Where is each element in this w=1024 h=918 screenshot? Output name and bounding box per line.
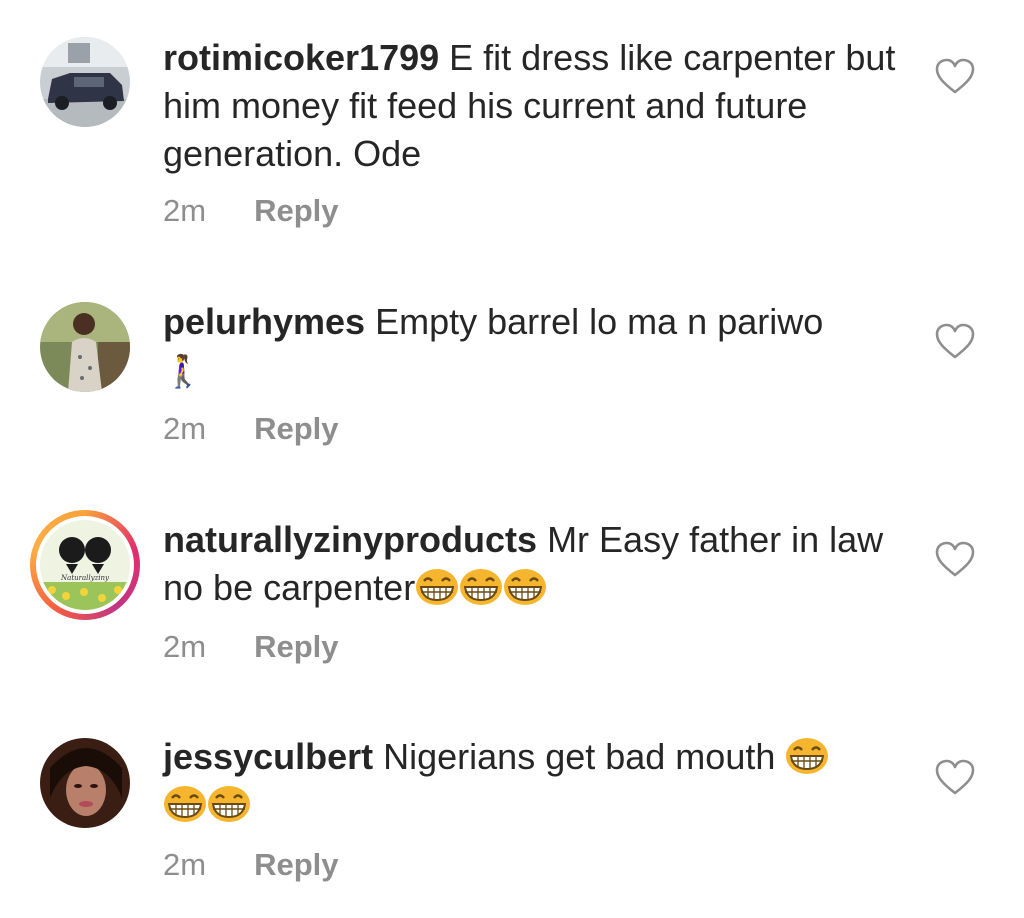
heart-outline-icon[interactable] [934,323,976,361]
comment-text: jessyculbert Nigerians get bad mouth [163,733,903,829]
comment-body: Empty barrel lo ma n pariwo [365,301,824,342]
heart-outline-icon[interactable] [934,58,976,96]
grinning-emoji-icon [503,568,547,606]
comment-meta: 2m Reply [163,411,339,447]
comment-username[interactable]: jessyculbert [163,736,373,777]
comment-body: Nigerians get bad mouth [373,736,786,777]
heart-outline-icon[interactable] [934,541,976,579]
car-photo-avatar[interactable] [40,37,130,127]
comment-meta: 2m Reply [163,847,339,883]
grinning-emoji-icon [785,737,829,775]
comment-timestamp: 2m [163,629,207,664]
comment-text: rotimicoker1799 E fit dress like carpent… [163,34,903,178]
comment-username[interactable]: pelurhymes [163,301,365,342]
reply-button[interactable]: Reply [254,193,338,228]
woman-photo-avatar[interactable] [40,738,130,828]
heart-outline-icon[interactable] [934,759,976,797]
grinning-emoji-icon [415,568,459,606]
comment-timestamp: 2m [163,193,207,228]
person-photo-avatar[interactable] [40,302,130,392]
comment-meta: 2m Reply [163,193,339,229]
comment-username[interactable]: rotimicoker1799 [163,37,439,78]
grinning-emoji-icon [459,568,503,606]
afro-logo-icon: Naturallyziny [40,520,130,610]
comment-timestamp: 2m [163,847,207,882]
comment-text: pelurhymes Empty barrel lo ma n pariwo 🚶… [163,298,903,395]
comment-meta: 2m Reply [163,629,339,665]
reply-button[interactable]: Reply [254,629,338,664]
comment-text: naturallyzinyproducts Mr Easy father in … [163,516,903,612]
reply-button[interactable]: Reply [254,847,338,882]
avatar-ring-gap: Naturallyziny [36,516,134,614]
afro-logo-avatar-with-story-ring[interactable]: Naturallyziny [30,510,140,620]
reply-button[interactable]: Reply [254,411,338,446]
comment-username[interactable]: naturallyzinyproducts [163,519,537,560]
comment-timestamp: 2m [163,411,207,446]
grinning-emoji-icon [207,785,251,823]
grinning-emoji-icon [163,785,207,823]
walking-woman-emoji: 🚶‍♀ [163,352,203,390]
avatar-logo-text: Naturallyziny [60,574,110,582]
